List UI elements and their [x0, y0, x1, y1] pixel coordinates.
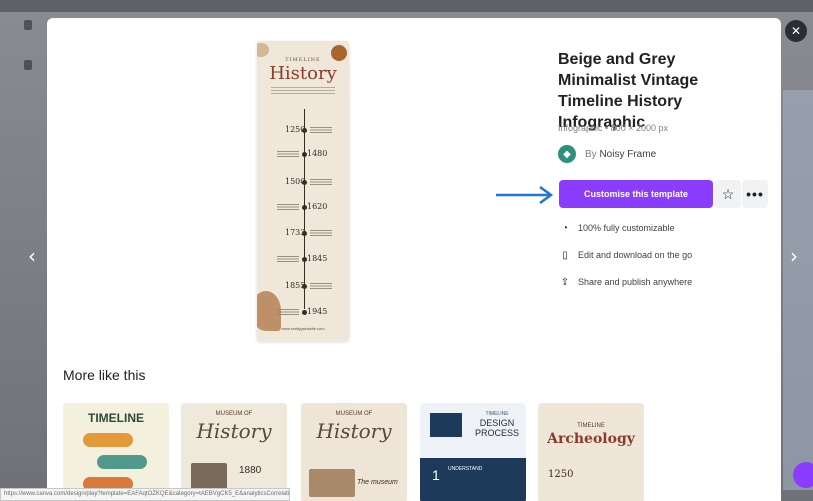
background-toolbar — [0, 0, 813, 12]
timeline-text — [277, 151, 299, 158]
next-arrow-icon[interactable]: › — [790, 244, 798, 268]
card-title: History — [316, 419, 392, 443]
timeline-year: 1945 — [307, 307, 328, 316]
cat-icon: ◆ — [563, 148, 571, 160]
timeline-text — [310, 127, 332, 134]
feature-label: Share and publish anywhere — [578, 277, 693, 287]
card-title: History — [196, 419, 272, 443]
creator-avatar[interactable]: ◆ — [558, 145, 576, 163]
background-panel — [783, 90, 813, 490]
card-title: DESIGN PROCESS — [474, 418, 519, 438]
timeline-year: 1480 — [307, 149, 328, 158]
related-template-card[interactable]: MUSEUM OF History The museum — [301, 403, 407, 501]
poster-title: History — [269, 63, 337, 84]
timeline-dot — [302, 231, 307, 236]
phone-icon: ▯ — [562, 249, 568, 261]
related-template-card[interactable]: TIMELINE Archeology 1250 — [538, 403, 644, 501]
timeline-dot — [302, 284, 307, 289]
card-graphic — [309, 469, 355, 497]
background-icon — [24, 20, 32, 30]
feature-customizable: ◔ 100% fully customizable — [558, 221, 675, 235]
author-name: Noisy Frame — [599, 149, 657, 160]
card-kicker: MUSEUM OF — [215, 411, 253, 417]
creator-byline[interactable]: By Noisy Frame — [585, 149, 656, 160]
card-graphic — [430, 413, 462, 437]
help-button[interactable] — [793, 462, 813, 488]
leaf-decoration — [257, 291, 281, 331]
palette-icon: ◔ — [561, 222, 569, 234]
card-number: 1880 — [239, 465, 262, 476]
feature-label: 100% fully customizable — [578, 223, 675, 233]
timeline-text — [310, 283, 332, 290]
close-icon: ✕ — [790, 24, 802, 38]
card-step-number: 1 — [432, 467, 440, 483]
card-kicker: MUSEUM OF — [335, 411, 373, 417]
timeline-dot — [302, 310, 307, 315]
card-title: Archeology — [547, 431, 635, 447]
feature-share: ⇪ Share and publish anywhere — [558, 275, 692, 289]
feature-mobile: ▯ Edit and download on the go — [558, 248, 692, 262]
feature-label: Edit and download on the go — [578, 250, 693, 260]
card-kicker: TIMELINE — [577, 423, 605, 429]
more-icon: ••• — [746, 186, 764, 202]
timeline-text — [277, 256, 299, 263]
customise-template-button[interactable]: Customise this template — [559, 180, 713, 208]
timeline-text — [310, 230, 332, 237]
template-meta: Infographic • 800 × 2000 px — [558, 123, 668, 133]
timeline-year: 1845 — [307, 254, 328, 263]
card-step-label: UNDERSTAND — [448, 466, 483, 472]
background-icon — [24, 60, 32, 70]
template-title: Beige and Grey Minimalist Vintage Timeli… — [558, 51, 699, 131]
related-template-card[interactable]: MUSEUM OF History 1880 — [181, 403, 287, 501]
timeline-dot — [302, 128, 307, 133]
poster-footer: www.reallygreatsite.com — [281, 326, 325, 331]
author-prefix: By — [585, 149, 597, 160]
card-kicker: TIMELINE — [485, 411, 509, 417]
star-icon: ☆ — [721, 185, 735, 202]
more-like-this-heading: More like this — [63, 367, 146, 383]
favorite-button[interactable]: ☆ — [715, 180, 741, 208]
timeline-dot — [302, 180, 307, 185]
poster-body-text — [271, 87, 335, 95]
timeline-dot — [302, 152, 307, 157]
more-options-button[interactable]: ••• — [742, 180, 768, 208]
close-button[interactable]: ✕ — [785, 20, 807, 42]
template-preview-image[interactable]: TIMELINE History 1250 1480 1500 1620 173… — [257, 41, 349, 341]
timeline-year: 1620 — [307, 202, 328, 211]
previous-arrow-icon[interactable]: ‹ — [28, 244, 36, 268]
share-icon: ⇪ — [560, 276, 570, 288]
timeline-dot — [302, 257, 307, 262]
pointer-arrow-icon — [496, 185, 554, 205]
related-template-card[interactable]: TIMELINE — [63, 403, 169, 501]
card-number: 1250 — [548, 469, 574, 480]
timeline-text — [310, 179, 332, 186]
card-title: TIMELINE — [88, 411, 144, 425]
timeline-dot — [302, 205, 307, 210]
related-template-card[interactable]: TIMELINE DESIGN PROCESS 1 UNDERSTAND — [420, 403, 526, 501]
card-graphic — [97, 455, 147, 469]
status-bar-url: https://www.canva.com/design/play?templa… — [0, 488, 290, 501]
card-caption: The museum — [357, 479, 398, 486]
template-preview-modal: TIMELINE History 1250 1480 1500 1620 173… — [47, 18, 781, 501]
leaf-decoration — [257, 43, 269, 57]
card-graphic — [83, 433, 133, 447]
timeline-text — [277, 204, 299, 211]
